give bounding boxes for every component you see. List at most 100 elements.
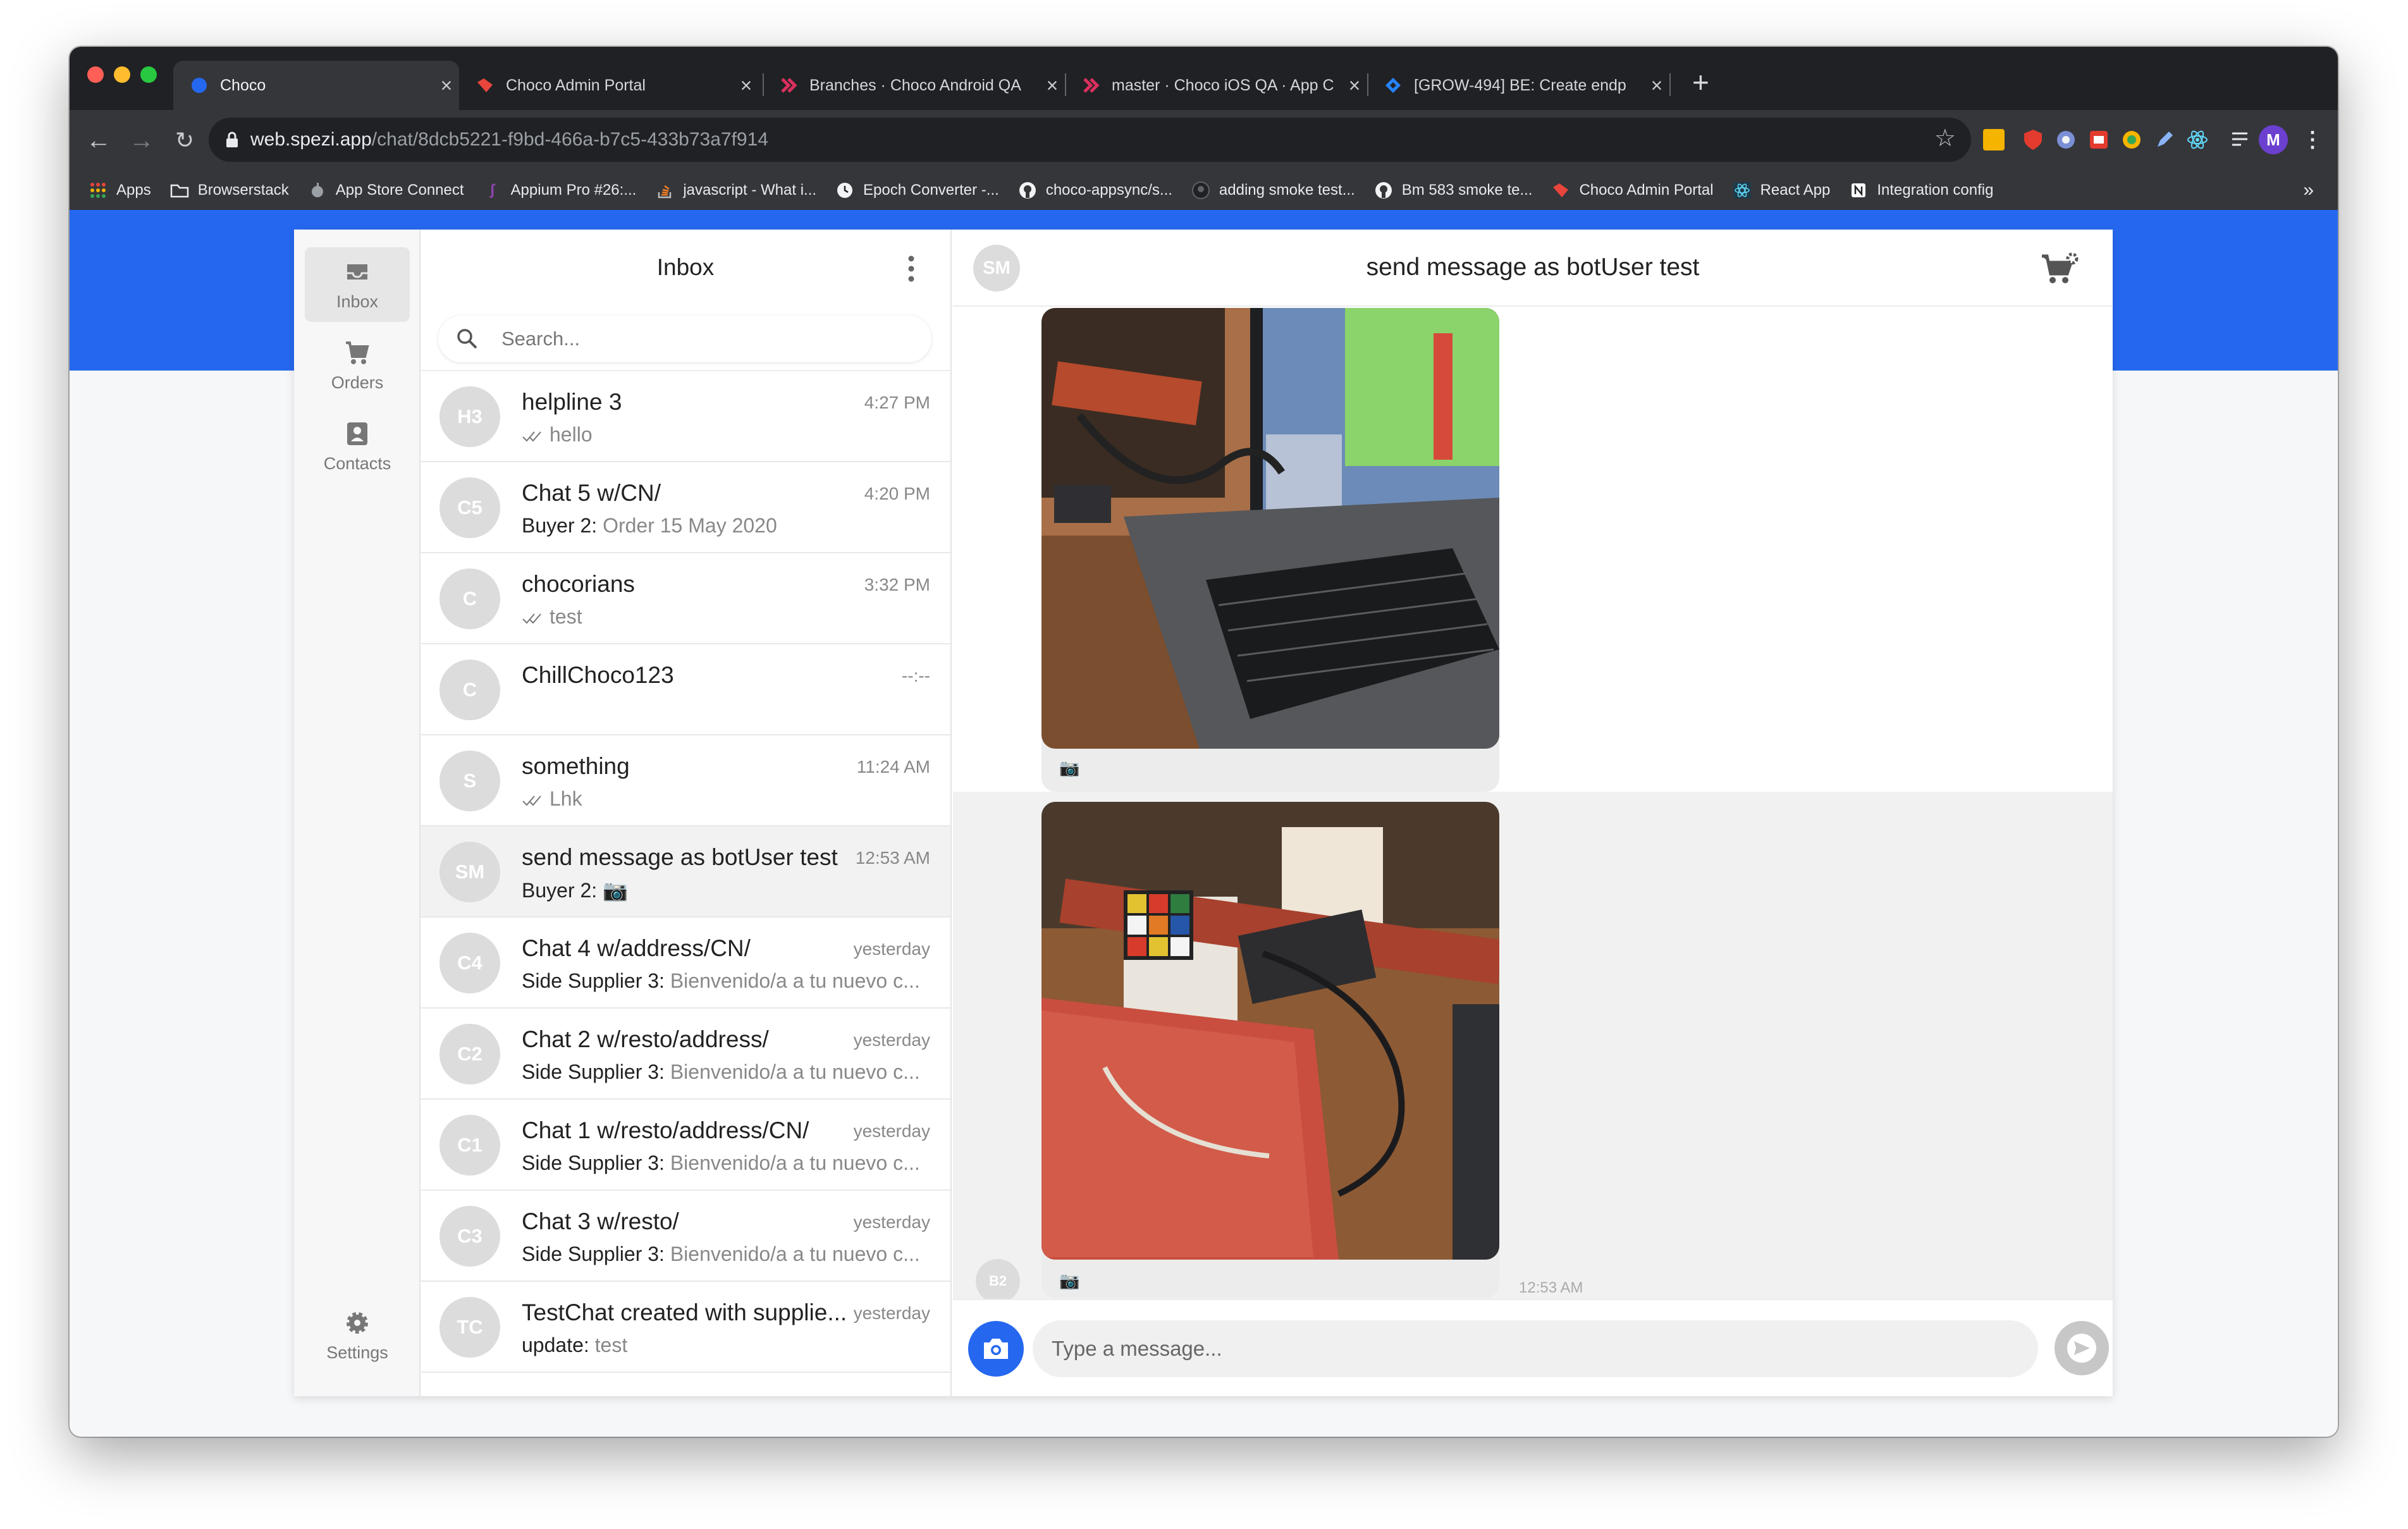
address-bar[interactable]: web.spezi.app/chat/8dcb5221-f9bd-466a-b7… xyxy=(209,118,1971,162)
extension-pen-icon[interactable] xyxy=(2149,124,2180,156)
close-tab-icon[interactable]: × xyxy=(1342,74,1367,97)
chat-preview-sender: Side Supplier 3: xyxy=(522,1243,665,1265)
chat-time: yesterday xyxy=(853,1212,930,1232)
chat-time: 3:32 PM xyxy=(864,575,930,594)
tab-jira-grow-494[interactable]: [GROW-494] BE: Create endp × xyxy=(1367,61,1669,110)
bookmarks-bar: Apps Browserstack App Store Connect ʃ App… xyxy=(70,171,2338,210)
tab-choco[interactable]: Choco × xyxy=(173,61,459,110)
chat-list-item[interactable]: SM send message as botUser test 12:53 AM Bu… xyxy=(421,826,950,918)
extension-shield-icon[interactable] xyxy=(2017,124,2049,156)
back-icon[interactable]: ← xyxy=(80,121,118,159)
bookmark-browserstack[interactable]: Browserstack xyxy=(170,181,289,200)
extension-notes-icon[interactable] xyxy=(1983,129,2005,150)
search-input[interactable]: Search... xyxy=(438,316,931,362)
chat-app: Inbox Orders Contacts Settings Inbox Sea… xyxy=(294,230,2113,1396)
chat-preview-line: Buyer 2: Order 15 May 2020 xyxy=(522,514,777,537)
chat-list-item[interactable]: C4 Chat 4 w/address/CN/yesterday Side Supp… xyxy=(421,918,950,1009)
tab-android-qa[interactable]: Branches · Choco Android QA × xyxy=(763,61,1065,110)
forward-icon[interactable]: → xyxy=(123,121,161,159)
message-photo-1[interactable]: 📷 xyxy=(1041,308,1499,792)
nav-contacts[interactable]: Contacts xyxy=(305,409,410,484)
extension-react-icon[interactable] xyxy=(2182,124,2213,156)
tab-title: Choco Admin Portal xyxy=(506,76,646,94)
chat-preview-sender: Buyer 2: xyxy=(522,879,598,902)
bookmarks-overflow-button[interactable]: » xyxy=(2303,180,2314,201)
inbox-title: Inbox xyxy=(656,254,715,280)
close-tab-icon[interactable]: × xyxy=(434,74,459,97)
chat-list-item[interactable]: TC TestChat created with supplie... yester… xyxy=(421,1282,950,1373)
message-photo-2[interactable]: 📷 xyxy=(1041,802,1499,1298)
message-input[interactable]: Type a message... xyxy=(1033,1320,2038,1377)
close-tab-icon[interactable]: × xyxy=(734,74,759,97)
extension-globe-icon[interactable] xyxy=(2050,124,2082,156)
attach-photo-button[interactable] xyxy=(968,1321,1024,1377)
bookmark-apps[interactable]: Apps xyxy=(89,181,151,200)
extension-colorpicker-icon[interactable] xyxy=(2116,124,2147,156)
bookmark-integration-config[interactable]: Integration config xyxy=(1849,181,1993,200)
photo-laptop xyxy=(1041,308,1499,749)
bookmark-choco-appsync[interactable]: choco-appsync/s... xyxy=(1018,181,1172,200)
chat-list-item[interactable]: Ssomething 11:24 AM Lhk xyxy=(421,735,950,826)
send-button[interactable] xyxy=(2055,1321,2109,1375)
chat-list-item[interactable]: C3 Chat 3 w/resto/yesterday Side Supplier … xyxy=(421,1191,950,1282)
url-path: /chat/8dcb5221-f9bd-466a-b7c5-433b73a7f9… xyxy=(371,129,768,150)
message-composer: Type a message... xyxy=(953,1299,2113,1396)
message-list: 📷 📷 B2 12:53 AM xyxy=(953,308,2113,1299)
chat-list-item[interactable]: Cchocorians 3:32 PM test xyxy=(421,553,950,644)
bookmark-choco-admin-portal[interactable]: Choco Admin Portal xyxy=(1551,181,1714,200)
chat-preview-text: Bienvenido/a a tu nuevo c... xyxy=(670,969,920,992)
tab-ios-qa[interactable]: master · Choco iOS QA · App C × xyxy=(1065,61,1367,110)
chat-name: send message as botUser test xyxy=(522,844,838,870)
photo-rubiks-cube-desk xyxy=(1041,802,1499,1260)
maximize-window-button[interactable] xyxy=(140,66,157,83)
bookmark-adding-smoke-test[interactable]: adding smoke test... xyxy=(1191,181,1355,200)
chat-name: Chat 4 w/address/CN/ xyxy=(522,935,751,961)
tab-title: [GROW-494] BE: Create endp xyxy=(1414,76,1626,94)
bookmark-app-store-connect[interactable]: App Store Connect xyxy=(308,181,464,200)
chat-preview-text: Bienvenido/a a tu nuevo c... xyxy=(670,1151,920,1174)
nav-inbox[interactable]: Inbox xyxy=(305,247,410,322)
close-window-button[interactable] xyxy=(87,66,104,83)
nav-inbox-label: Inbox xyxy=(336,292,379,311)
bookmark-appium-pro[interactable]: ʃ Appium Pro #26:... xyxy=(483,181,637,200)
new-tab-button[interactable]: + xyxy=(1692,66,1709,99)
nav-orders[interactable]: Orders xyxy=(305,328,410,403)
message-caption: 📷 xyxy=(1059,1271,1080,1290)
profile-avatar[interactable]: M xyxy=(2259,125,2288,154)
more-options-icon[interactable] xyxy=(907,255,915,283)
chat-avatar: C3 xyxy=(439,1206,500,1267)
chat-preview-text: Order 15 May 2020 xyxy=(603,514,777,537)
close-tab-icon[interactable]: × xyxy=(1644,74,1669,97)
chat-list-item[interactable]: C1 Chat 1 w/resto/address/CN/yesterday Sid… xyxy=(421,1100,950,1191)
bookmark-epoch-converter[interactable]: Epoch Converter -... xyxy=(835,181,999,200)
chat-time: yesterday xyxy=(853,1030,930,1050)
tab-choco-admin-portal[interactable]: Choco Admin Portal × xyxy=(459,61,759,110)
reload-icon[interactable]: ↻ xyxy=(166,121,204,159)
lock-icon xyxy=(226,132,238,147)
chat-avatar: TC xyxy=(439,1297,500,1358)
minimize-window-button[interactable] xyxy=(114,66,130,83)
browser-menu-icon[interactable]: ⋮ xyxy=(2297,124,2328,156)
nav-settings[interactable]: Settings xyxy=(305,1298,410,1373)
stackoverflow-icon xyxy=(655,181,674,200)
chat-list-item[interactable]: C ChillChoco123 --:-- xyxy=(421,644,950,735)
message-input-placeholder: Type a message... xyxy=(1052,1337,1222,1360)
bookmark-stackoverflow[interactable]: javascript - What i... xyxy=(655,181,816,200)
chat-preview-line: update: test xyxy=(522,1334,627,1357)
chat-list-item[interactable]: C2 Chat 2 w/resto/address/yesterday Side S… xyxy=(421,1009,950,1100)
bookmark-star-icon[interactable]: ☆ xyxy=(1934,124,1956,152)
cart-settings-icon[interactable] xyxy=(2041,251,2080,286)
reading-list-icon[interactable] xyxy=(2226,124,2258,156)
extension-pdf-icon[interactable] xyxy=(2083,124,2115,156)
url-host: web.spezi.app xyxy=(250,129,372,150)
chat-list-item[interactable]: C5 Chat 5 w/CN/4:20 PM Buyer 2: Order 15 M… xyxy=(421,462,950,553)
chat-time: yesterday xyxy=(853,939,930,959)
chat-name: TestChat created with supplie... xyxy=(522,1299,847,1325)
chat-preview-line: Side Supplier 3: Bienvenido/a a tu nuevo… xyxy=(522,1151,920,1175)
bookmark-react-app[interactable]: React App xyxy=(1733,181,1830,200)
chat-preview-sender: Buyer 2: xyxy=(522,514,598,537)
chat-list-item[interactable]: H3 helpline 3 4:27 PM hello xyxy=(421,371,950,462)
chat-preview-line: Side Supplier 3: Bienvenido/a a tu nuevo… xyxy=(522,1243,920,1266)
bookmark-bm-583-smoke-test[interactable]: Bm 583 smoke te... xyxy=(1374,181,1532,200)
close-tab-icon[interactable]: × xyxy=(1040,74,1065,97)
